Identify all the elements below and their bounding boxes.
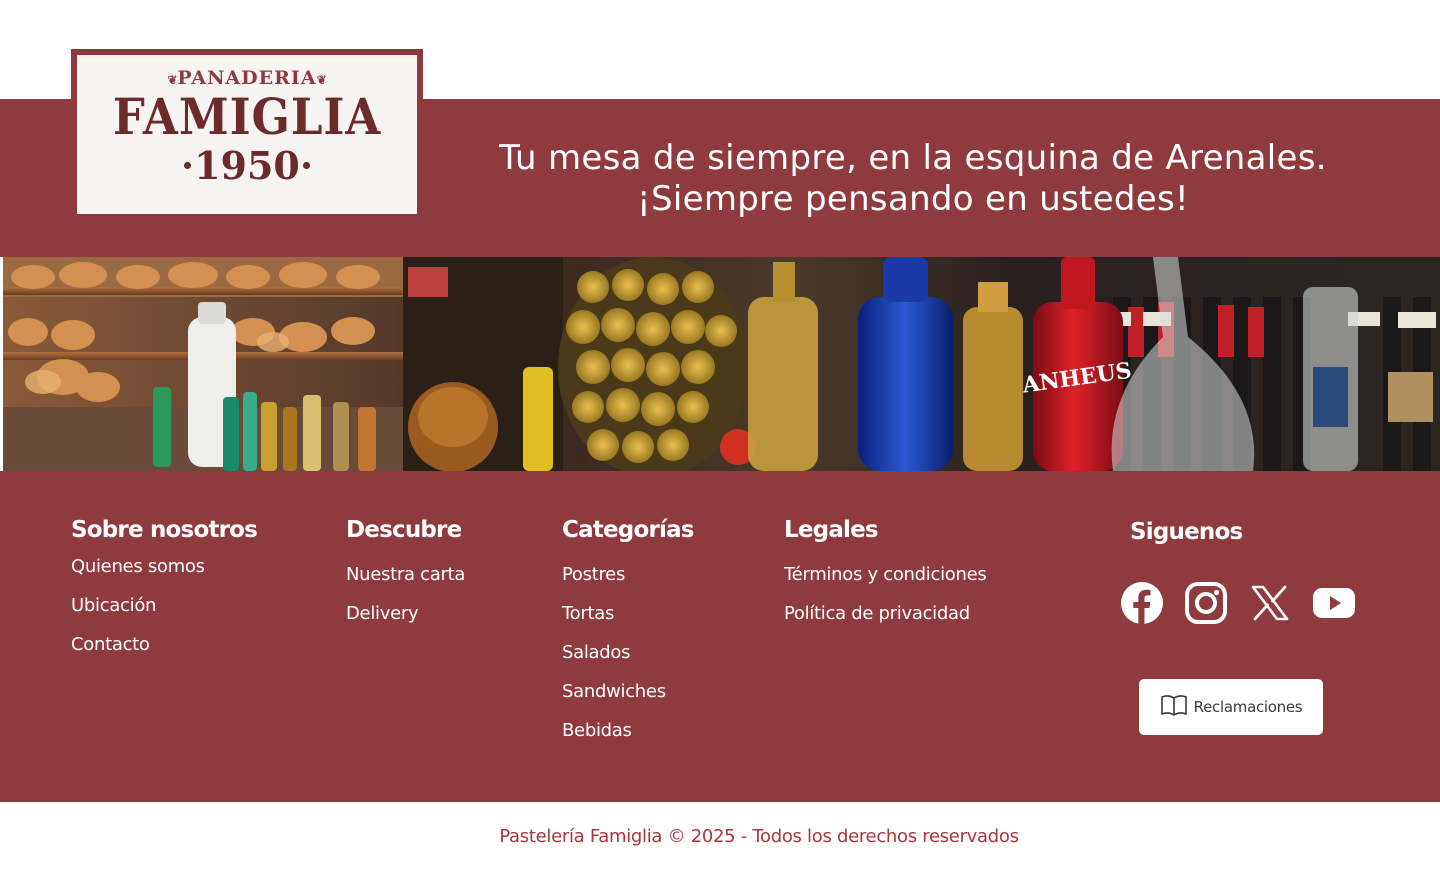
link-ubicacion[interactable]: Ubicación: [71, 586, 257, 625]
footer-categories-title: Categorías: [562, 517, 695, 543]
reclamaciones-button[interactable]: Reclamaciones: [1139, 679, 1323, 735]
book-icon: [1160, 694, 1188, 720]
link-tortas[interactable]: Tortas: [562, 594, 694, 633]
footer-about-title: Sobre nosotros: [71, 517, 258, 543]
link-delivery[interactable]: Delivery: [346, 594, 465, 633]
instagram-icon[interactable]: [1184, 581, 1228, 625]
reclamaciones-label: Reclamaciones: [1193, 698, 1303, 716]
link-salados[interactable]: Salados: [562, 633, 694, 672]
logo-top: ❦PANADERIA❦: [77, 67, 417, 89]
tagline-line2: ¡Siempre pensando en ustedes!: [637, 179, 1189, 219]
link-privacidad[interactable]: Política de privacidad: [784, 594, 986, 633]
tagline-line1: Tu mesa de siempre, en la esquina de Are…: [499, 138, 1327, 178]
logo-top-text: PANADERIA: [177, 67, 317, 89]
site-footer: Sobre nosotros Quienes somos Ubicación C…: [0, 471, 1440, 802]
logo-name: FAMIGLIA: [112, 87, 382, 146]
link-sandwiches[interactable]: Sandwiches: [562, 672, 694, 711]
social-icons: [1120, 581, 1356, 625]
footer-discover-title: Descubre: [346, 517, 462, 543]
link-nuestra-carta[interactable]: Nuestra carta: [346, 555, 465, 594]
footer-categories: Categorías Postres Tortas Salados Sandwi…: [562, 517, 695, 750]
brand-logo[interactable]: ❦PANADERIA❦ FAMIGLIA ·1950·: [71, 49, 423, 220]
wheat-left-icon: ❦: [167, 73, 178, 87]
footer-discover: Descubre Nuestra carta Delivery: [346, 517, 465, 633]
logo-year: ·1950·: [180, 143, 314, 188]
facebook-icon[interactable]: [1120, 581, 1164, 625]
store-photo-image: ANHEUS: [3, 257, 1440, 471]
link-bebidas[interactable]: Bebidas: [562, 711, 694, 750]
link-postres[interactable]: Postres: [562, 555, 694, 594]
footer-legal: Legales Términos y condiciones Política …: [784, 517, 987, 633]
logo-card: ❦PANADERIA❦ FAMIGLIA ·1950·: [77, 55, 417, 214]
wheat-right-icon: ❦: [316, 73, 327, 87]
link-contacto[interactable]: Contacto: [71, 625, 257, 664]
footer-follow-title: Siguenos: [1130, 519, 1243, 545]
x-icon[interactable]: [1248, 581, 1292, 625]
copyright: Pastelería Famiglia © 2025 - Todos los d…: [499, 826, 1019, 847]
footer-legal-title: Legales: [784, 517, 879, 543]
link-quienes-somos[interactable]: Quienes somos: [71, 547, 257, 586]
youtube-icon[interactable]: [1312, 581, 1356, 625]
tagline: Tu mesa de siempre, en la esquina de Are…: [440, 138, 1386, 220]
link-terminos[interactable]: Términos y condiciones: [784, 555, 987, 594]
footer-about: Sobre nosotros Quienes somos Ubicación C…: [71, 517, 258, 664]
footer-follow: Siguenos: [1130, 519, 1243, 557]
store-photo: ANHEUS: [3, 257, 1440, 471]
